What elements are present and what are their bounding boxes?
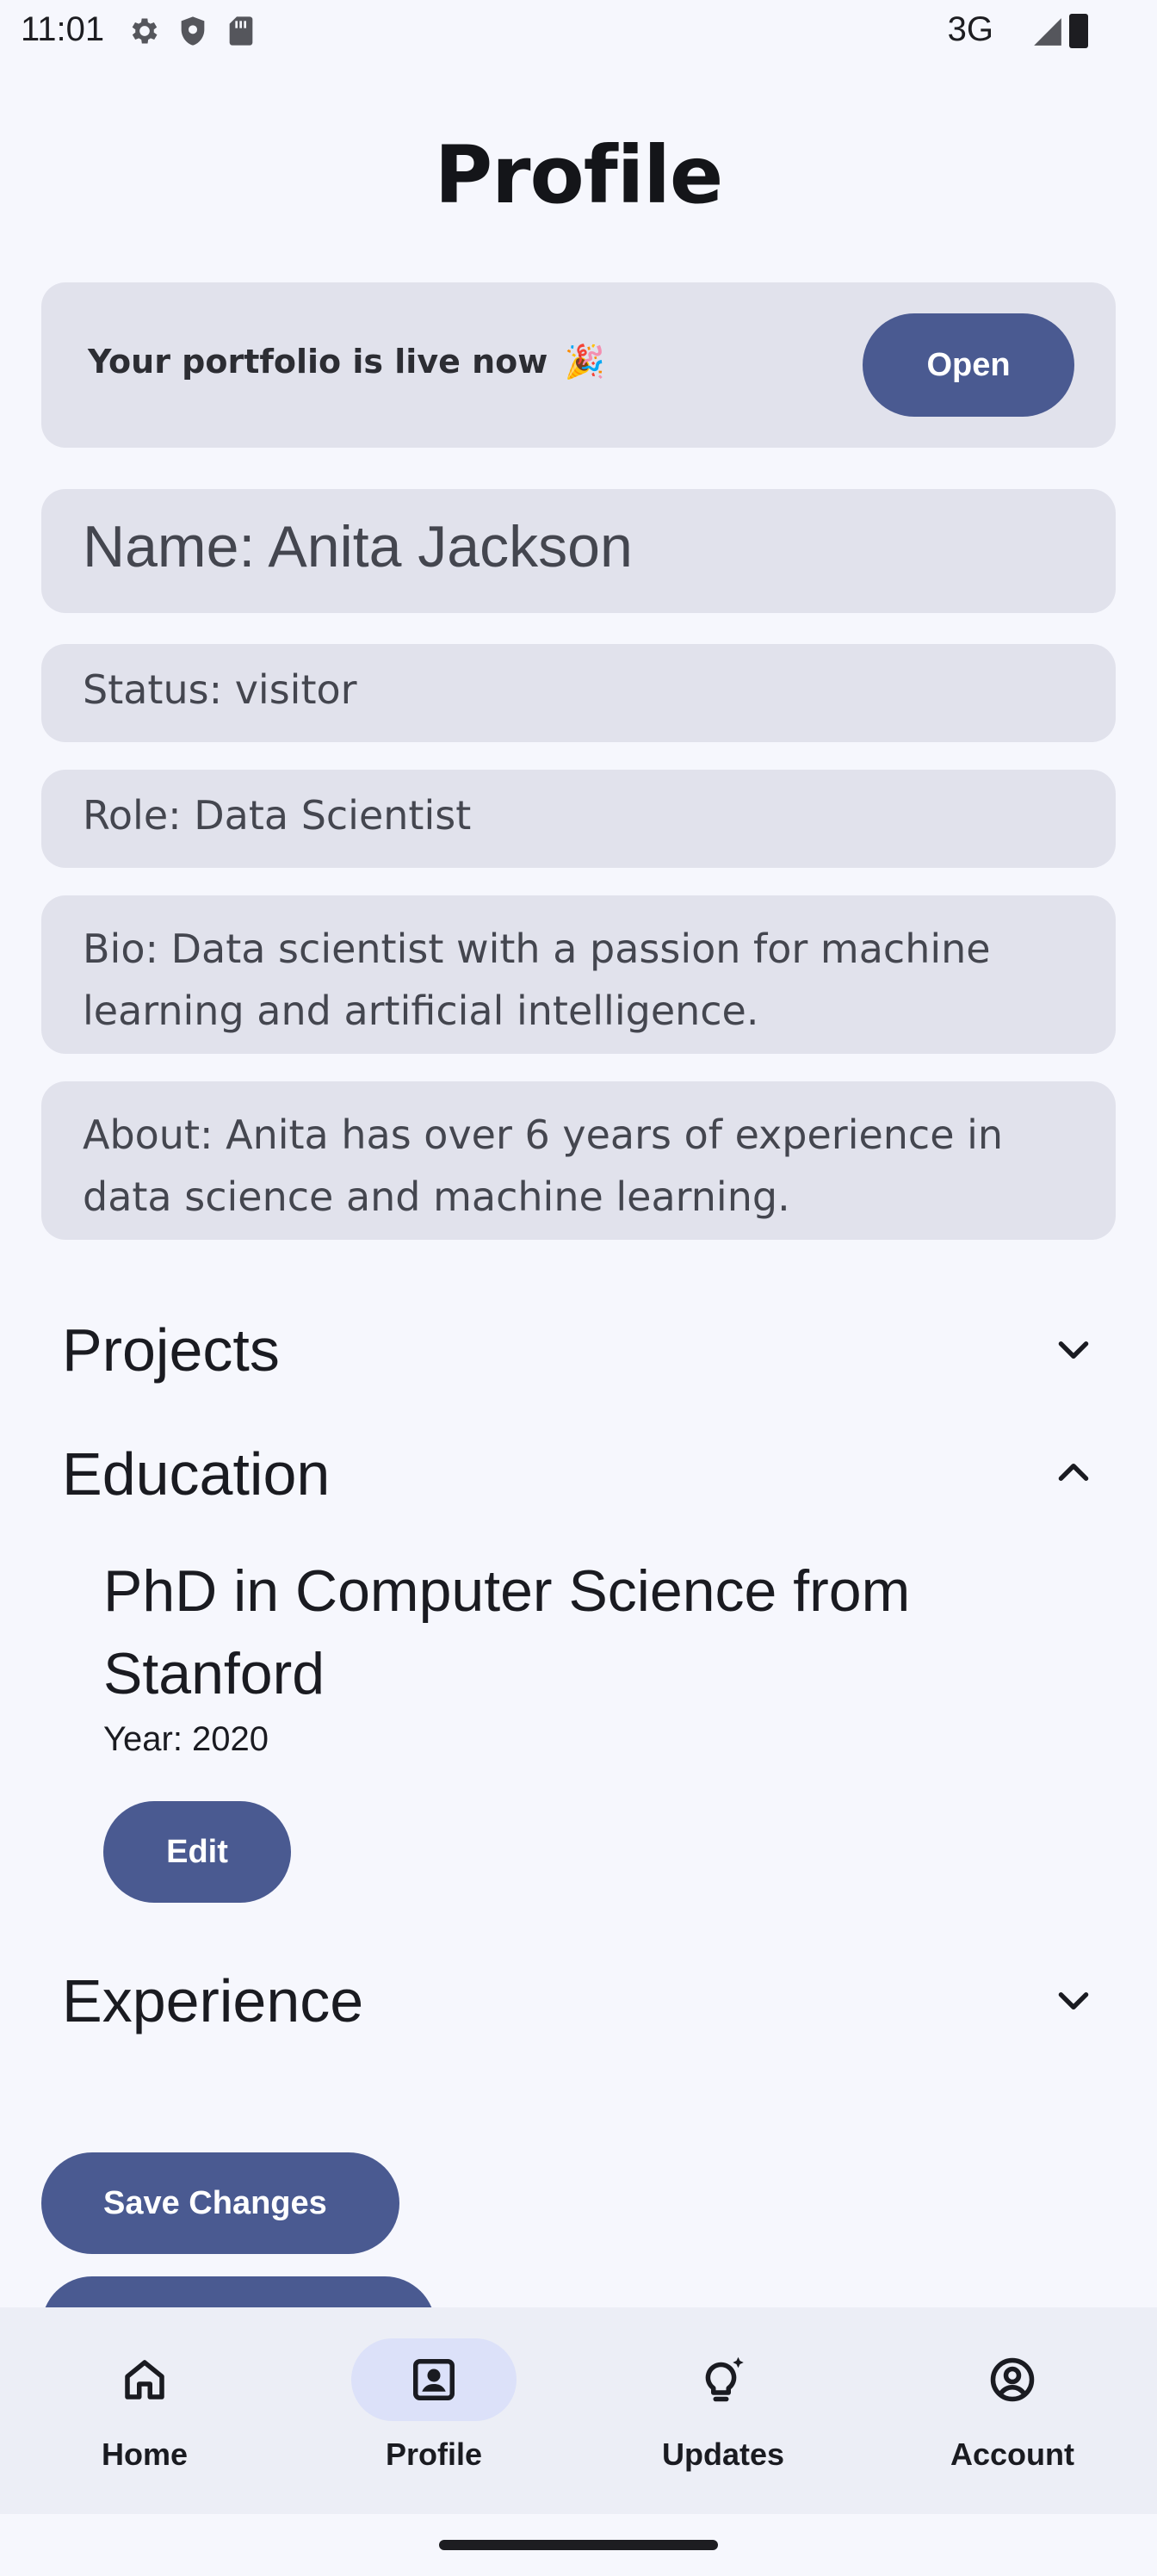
nav-item-account[interactable]: Account [883, 2338, 1142, 2493]
save-changes-button[interactable]: Save Changes [41, 2152, 399, 2254]
home-gesture-bar[interactable] [439, 2540, 718, 2550]
account-circle-icon [987, 2354, 1038, 2406]
lightbulb-icon [697, 2354, 749, 2406]
section-experience-title: Experience [62, 1967, 364, 2034]
section-experience-header[interactable]: Experience [62, 1953, 1095, 2039]
profile-name-field[interactable]: Name: Anita Jackson [41, 489, 1116, 613]
profile-screen: 11:01 3G Profile Your portfolio is live … [0, 0, 1157, 2576]
section-education-title: Education [62, 1440, 331, 1508]
education-year: Year: 2020 [103, 1720, 269, 1758]
nav-label-profile: Profile [385, 2437, 483, 2472]
open-portfolio-button[interactable]: Open [863, 313, 1074, 417]
section-projects-title: Projects [62, 1316, 280, 1384]
gear-icon [127, 14, 162, 48]
party-popper-icon: 🎉 [564, 343, 605, 381]
portfolio-live-banner: Your portfolio is live now 🎉 Open [41, 282, 1116, 448]
page-title: Profile [434, 129, 724, 221]
profile-icon [408, 2354, 460, 2406]
edit-education-button[interactable]: Edit [103, 1801, 291, 1903]
profile-about-field[interactable]: About: Anita has over 6 years of experie… [41, 1081, 1116, 1240]
nav-label-home: Home [101, 2437, 189, 2472]
banner-text: Your portfolio is live now [88, 343, 548, 381]
profile-role-field[interactable]: Role: Data Scientist [41, 770, 1116, 868]
profile-bio-field[interactable]: Bio: Data scientist with a passion for m… [41, 895, 1116, 1054]
sim-card-icon [224, 14, 258, 48]
chevron-down-icon[interactable] [1052, 1978, 1095, 2022]
signal-icon [1031, 15, 1064, 48]
chevron-down-icon[interactable] [1052, 1328, 1095, 1371]
section-projects-header[interactable]: Projects [62, 1302, 1095, 1388]
profile-status-field[interactable]: Status: visitor [41, 644, 1116, 742]
banner-message: Your portfolio is live now 🎉 [88, 343, 605, 381]
nav-item-profile[interactable]: Profile [305, 2338, 563, 2493]
section-education-header[interactable]: Education [62, 1426, 1095, 1512]
nav-item-home[interactable]: Home [15, 2338, 274, 2493]
chevron-up-icon[interactable] [1052, 1452, 1095, 1495]
status-icons [127, 14, 258, 48]
battery-icon [1069, 14, 1088, 48]
network-type: 3G [947, 10, 993, 48]
nav-label-updates: Updates [661, 2437, 785, 2472]
education-degree: PhD in Computer Science from Stanford [103, 1558, 911, 1706]
nav-item-updates[interactable]: Updates [594, 2338, 852, 2493]
home-icon [119, 2354, 170, 2406]
status-bar: 11:01 3G [0, 0, 1157, 62]
status-time: 11:01 [21, 10, 105, 48]
shield-icon [176, 14, 210, 48]
bottom-navigation: Home Profile Updates Account [0, 2307, 1157, 2514]
nav-label-account: Account [950, 2437, 1074, 2472]
